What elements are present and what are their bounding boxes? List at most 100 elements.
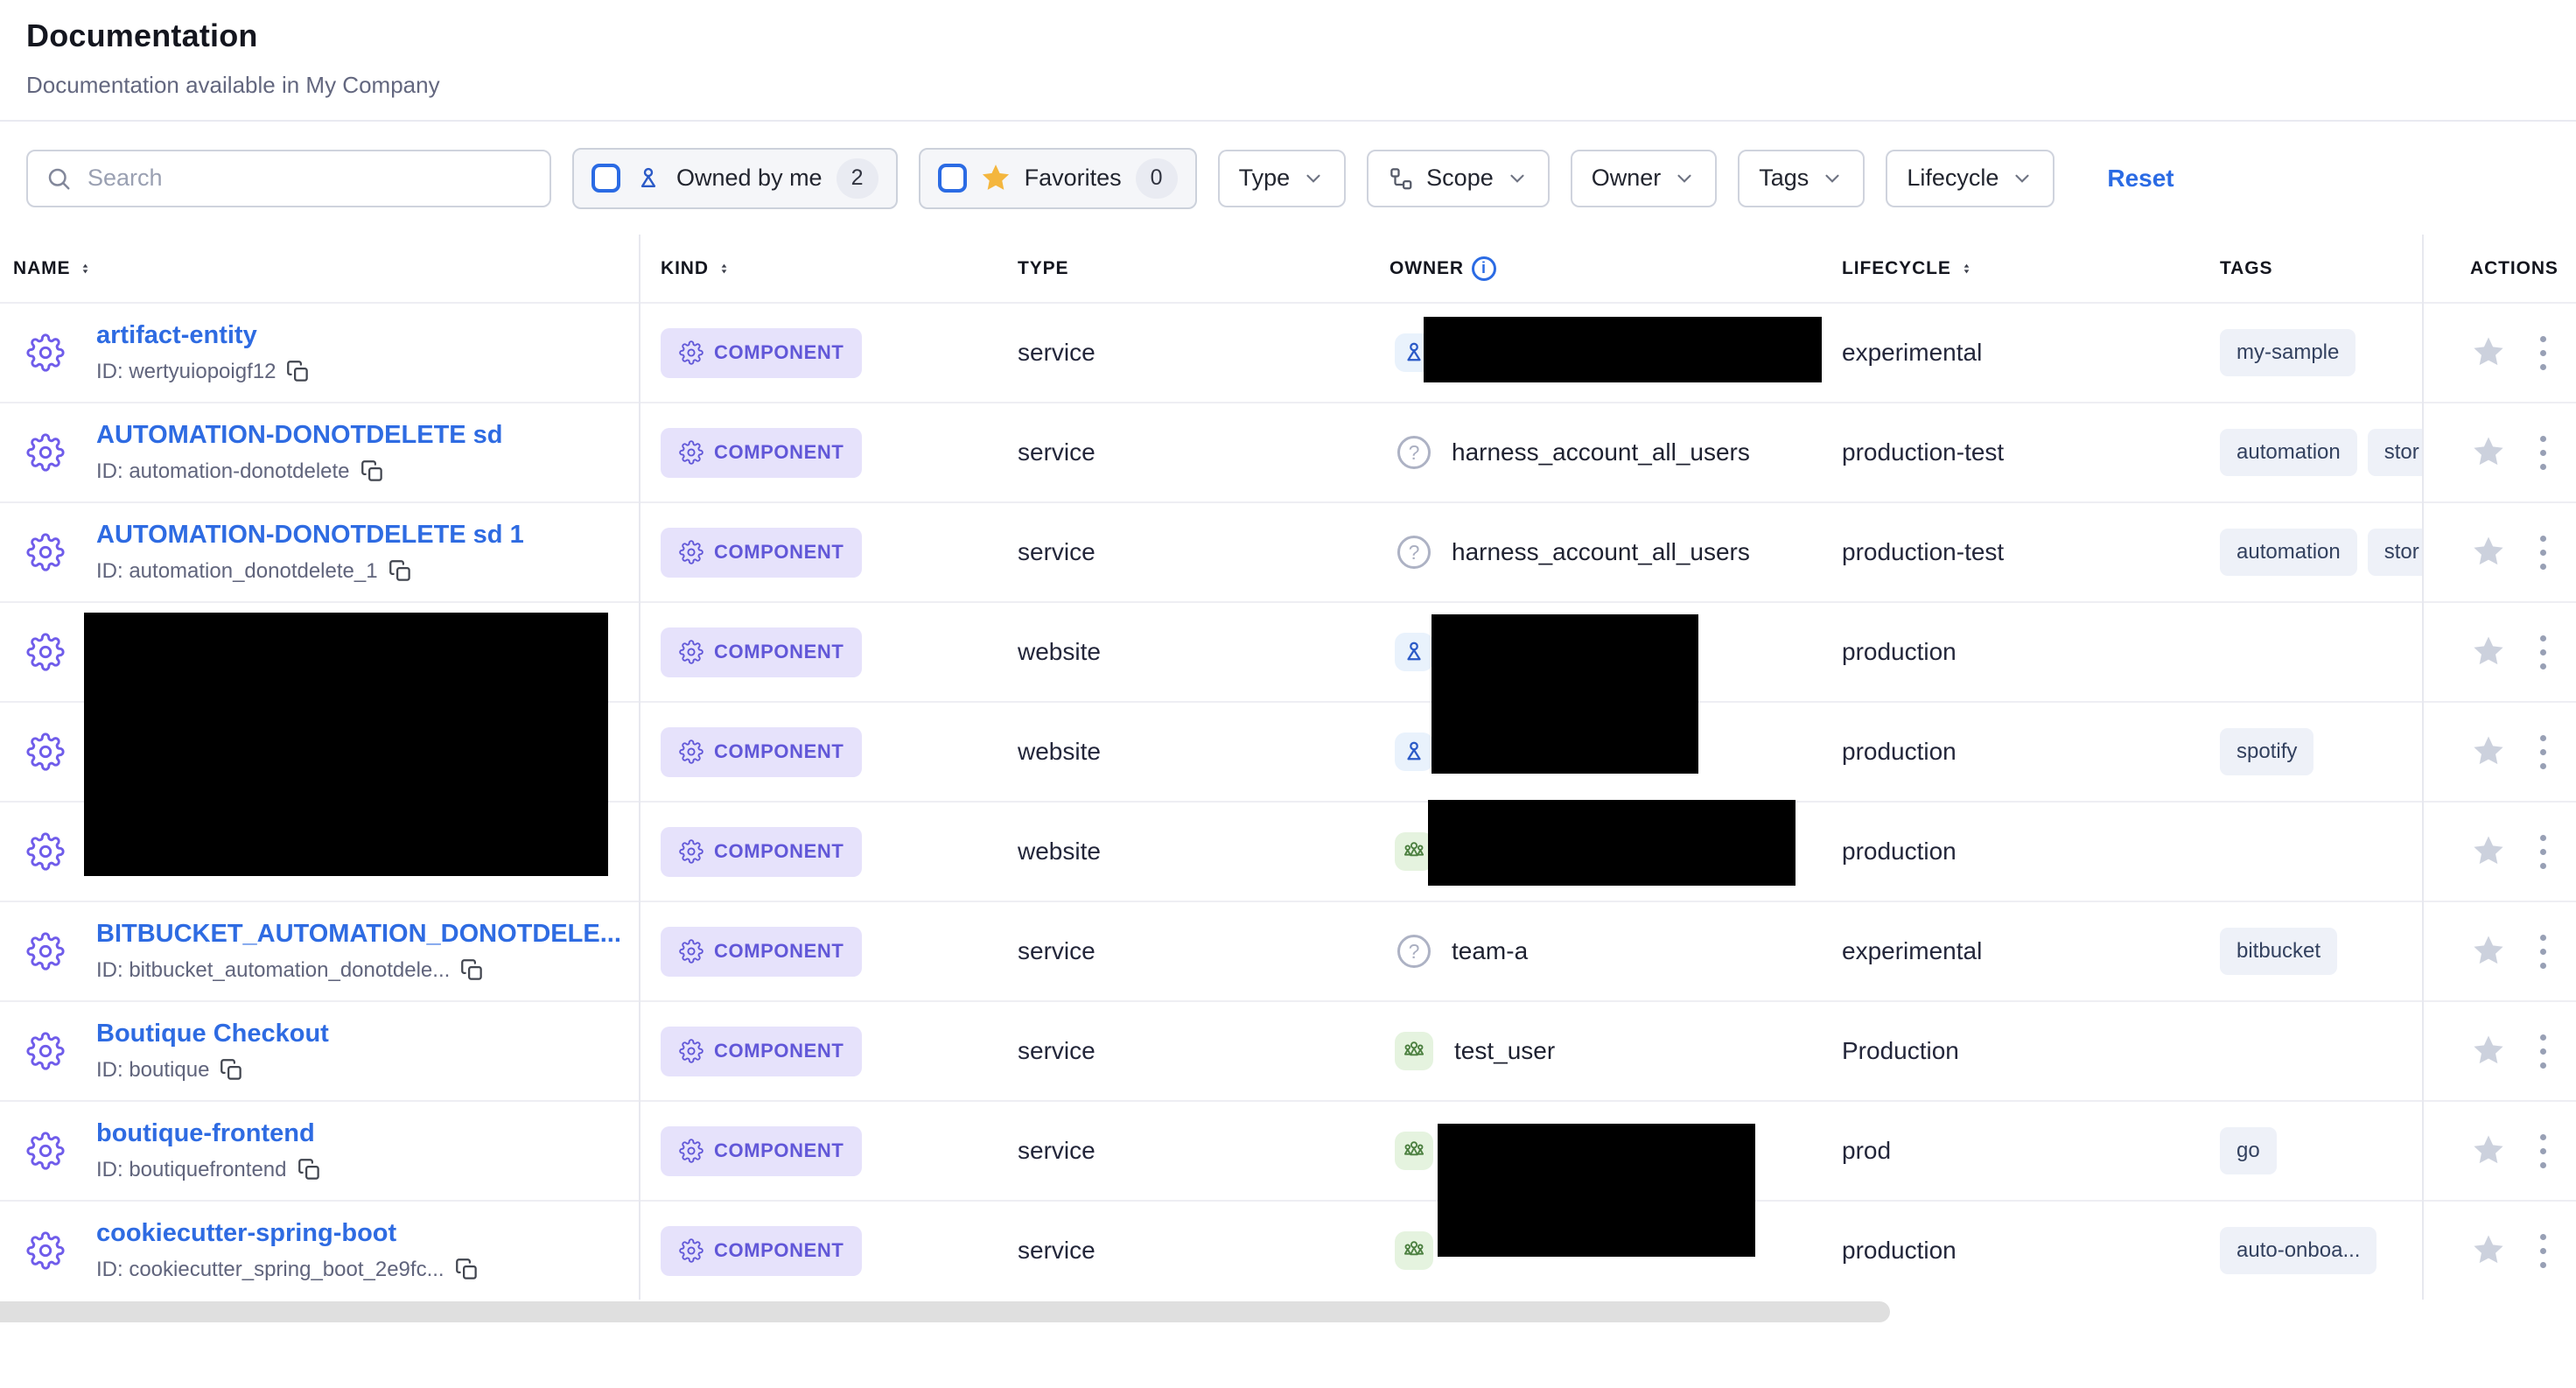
gear-icon <box>679 1139 704 1163</box>
owned-by-me-checkbox[interactable] <box>592 164 620 193</box>
gear-icon <box>26 832 65 871</box>
entity-name-link[interactable]: AUTOMATION-DONOTDELETE sd 1 <box>96 521 524 550</box>
lifecycle-value: experimental <box>1842 339 1982 367</box>
copy-icon[interactable] <box>460 958 484 982</box>
entity-name-link[interactable]: artifact-entity <box>96 321 310 350</box>
copy-icon[interactable] <box>455 1258 479 1281</box>
kind-badge: COMPONENT <box>661 1027 862 1076</box>
kind-badge: COMPONENT <box>661 827 862 877</box>
tag-pill: stor <box>2368 529 2422 576</box>
favorite-star-icon[interactable] <box>2470 1232 2507 1269</box>
kind-badge: COMPONENT <box>661 627 862 677</box>
favorites-checkbox[interactable] <box>938 164 967 193</box>
tags-cell: auto-onboa... <box>2220 1227 2422 1274</box>
info-icon[interactable]: i <box>1472 256 1496 281</box>
gear-icon <box>679 839 704 864</box>
page-header: Documentation Documentation available in… <box>0 0 2576 122</box>
favorite-star-icon[interactable] <box>2470 733 2507 770</box>
type-value: website <box>1018 838 1101 866</box>
favorites-count: 0 <box>1136 158 1178 199</box>
favorite-star-icon[interactable] <box>2470 334 2507 371</box>
column-header-kind[interactable]: KIND <box>639 258 1018 279</box>
actions-cell <box>2422 532 2576 573</box>
gear-icon <box>26 1132 65 1170</box>
entity-name-link[interactable]: BITBUCKET_AUTOMATION_DONOTDELE... <box>96 920 621 949</box>
favorite-star-icon[interactable] <box>2470 1033 2507 1069</box>
gear-icon <box>679 740 704 764</box>
page-subtitle: Documentation available in My Company <box>26 72 2576 99</box>
name-cell: BITBUCKET_AUTOMATION_DONOTDELE...ID: bit… <box>0 920 639 982</box>
type-value: service <box>1018 1237 1096 1265</box>
kebab-menu-icon[interactable] <box>2533 732 2553 773</box>
column-header-type: TYPE <box>1018 258 1390 279</box>
favorite-star-icon[interactable] <box>2470 1132 2507 1169</box>
entity-id: ID: wertyuiopoigf12 <box>96 360 310 384</box>
kebab-menu-icon[interactable] <box>2533 1131 2553 1172</box>
gear-icon <box>679 640 704 664</box>
favorite-star-icon[interactable] <box>2470 534 2507 571</box>
lifecycle-cell: production <box>1842 738 2220 766</box>
copy-icon[interactable] <box>220 1058 243 1082</box>
column-header-lifecycle[interactable]: LIFECYCLE <box>1842 258 2220 279</box>
favorite-star-icon[interactable] <box>2470 634 2507 670</box>
type-value: service <box>1018 937 1096 965</box>
entity-name-block: BITBUCKET_AUTOMATION_DONOTDELE...ID: bit… <box>96 920 621 982</box>
lifecycle-value: production-test <box>1842 538 2004 566</box>
table-row: Boutique CheckoutID: boutiqueCOMPONENTse… <box>0 1000 2576 1100</box>
column-header-name[interactable]: NAME <box>0 258 639 279</box>
kind-badge-label: COMPONENT <box>714 1139 844 1162</box>
kebab-menu-icon[interactable] <box>2533 831 2553 873</box>
actions-cell <box>2422 1131 2576 1172</box>
kind-cell: COMPONENT <box>639 328 1018 378</box>
kebab-menu-icon[interactable] <box>2533 1031 2553 1072</box>
reset-filters-button[interactable]: Reset <box>2107 165 2174 193</box>
tags-cell: automationstor <box>2220 529 2422 576</box>
lifecycle-cell: production <box>1842 838 2220 866</box>
tag-pill: my-sample <box>2220 329 2356 376</box>
type-filter-dropdown[interactable]: Type <box>1218 150 1347 207</box>
kind-badge-label: COMPONENT <box>714 740 844 763</box>
favorites-filter[interactable]: Favorites 0 <box>919 148 1197 209</box>
copy-icon[interactable] <box>388 559 412 583</box>
search-input[interactable] <box>86 164 532 193</box>
kebab-menu-icon[interactable] <box>2533 333 2553 374</box>
kind-badge-label: COMPONENT <box>714 1239 844 1262</box>
table-row: artifact-entity ID: wertyuiopoigf12 COMPON… <box>0 302 2576 402</box>
question-mark-icon: ? <box>1397 935 1431 968</box>
catalog-page: Documentation Documentation available in… <box>0 0 2576 1388</box>
kebab-menu-icon[interactable] <box>2533 931 2553 972</box>
gear-icon <box>679 939 704 964</box>
tags-cell: spotify <box>2220 728 2422 775</box>
kebab-menu-icon[interactable] <box>2533 432 2553 473</box>
entity-name-link[interactable]: AUTOMATION-DONOTDELETE sd <box>96 421 503 450</box>
kebab-menu-icon[interactable] <box>2533 632 2553 673</box>
entity-name-link[interactable]: boutique-frontend <box>96 1119 321 1148</box>
favorite-star-icon[interactable] <box>2470 933 2507 970</box>
kebab-menu-icon[interactable] <box>2533 532 2553 573</box>
entity-name-block: Boutique CheckoutID: boutique <box>96 1020 329 1082</box>
entity-name-link[interactable]: Boutique Checkout <box>96 1020 329 1048</box>
favorite-star-icon[interactable] <box>2470 434 2507 471</box>
owner-filter-dropdown[interactable]: Owner <box>1571 150 1718 207</box>
scope-filter-dropdown[interactable]: Scope <box>1367 150 1550 207</box>
lifecycle-value: production <box>1842 738 1956 766</box>
horizontal-scrollbar-thumb[interactable] <box>0 1301 1890 1322</box>
entity-id-text: ID: boutiquefrontend <box>96 1158 287 1182</box>
owned-by-me-filter[interactable]: Owned by me 2 <box>572 148 898 209</box>
lifecycle-filter-dropdown[interactable]: Lifecycle <box>1886 150 2054 207</box>
kind-badge: COMPONENT <box>661 1126 862 1176</box>
entity-name-block: artifact-entity ID: wertyuiopoigf12 <box>96 321 310 383</box>
copy-icon[interactable] <box>360 459 384 483</box>
entity-id-text: ID: cookiecutter_spring_boot_2e9fc... <box>96 1258 444 1282</box>
kebab-menu-icon[interactable] <box>2533 1230 2553 1272</box>
kind-badge-label: COMPONENT <box>714 341 844 364</box>
tags-filter-dropdown[interactable]: Tags <box>1738 150 1865 207</box>
page-title: Documentation <box>26 18 2576 54</box>
entity-name-block: boutique-frontend ID: boutiquefrontend <box>96 1119 321 1181</box>
favorite-star-icon[interactable] <box>2470 833 2507 870</box>
kind-badge-label: COMPONENT <box>714 641 844 663</box>
copy-icon[interactable] <box>298 1158 321 1181</box>
entity-name-link[interactable]: cookiecutter-spring-boot <box>96 1219 479 1248</box>
gear-icon <box>26 633 65 671</box>
copy-icon[interactable] <box>286 360 310 383</box>
